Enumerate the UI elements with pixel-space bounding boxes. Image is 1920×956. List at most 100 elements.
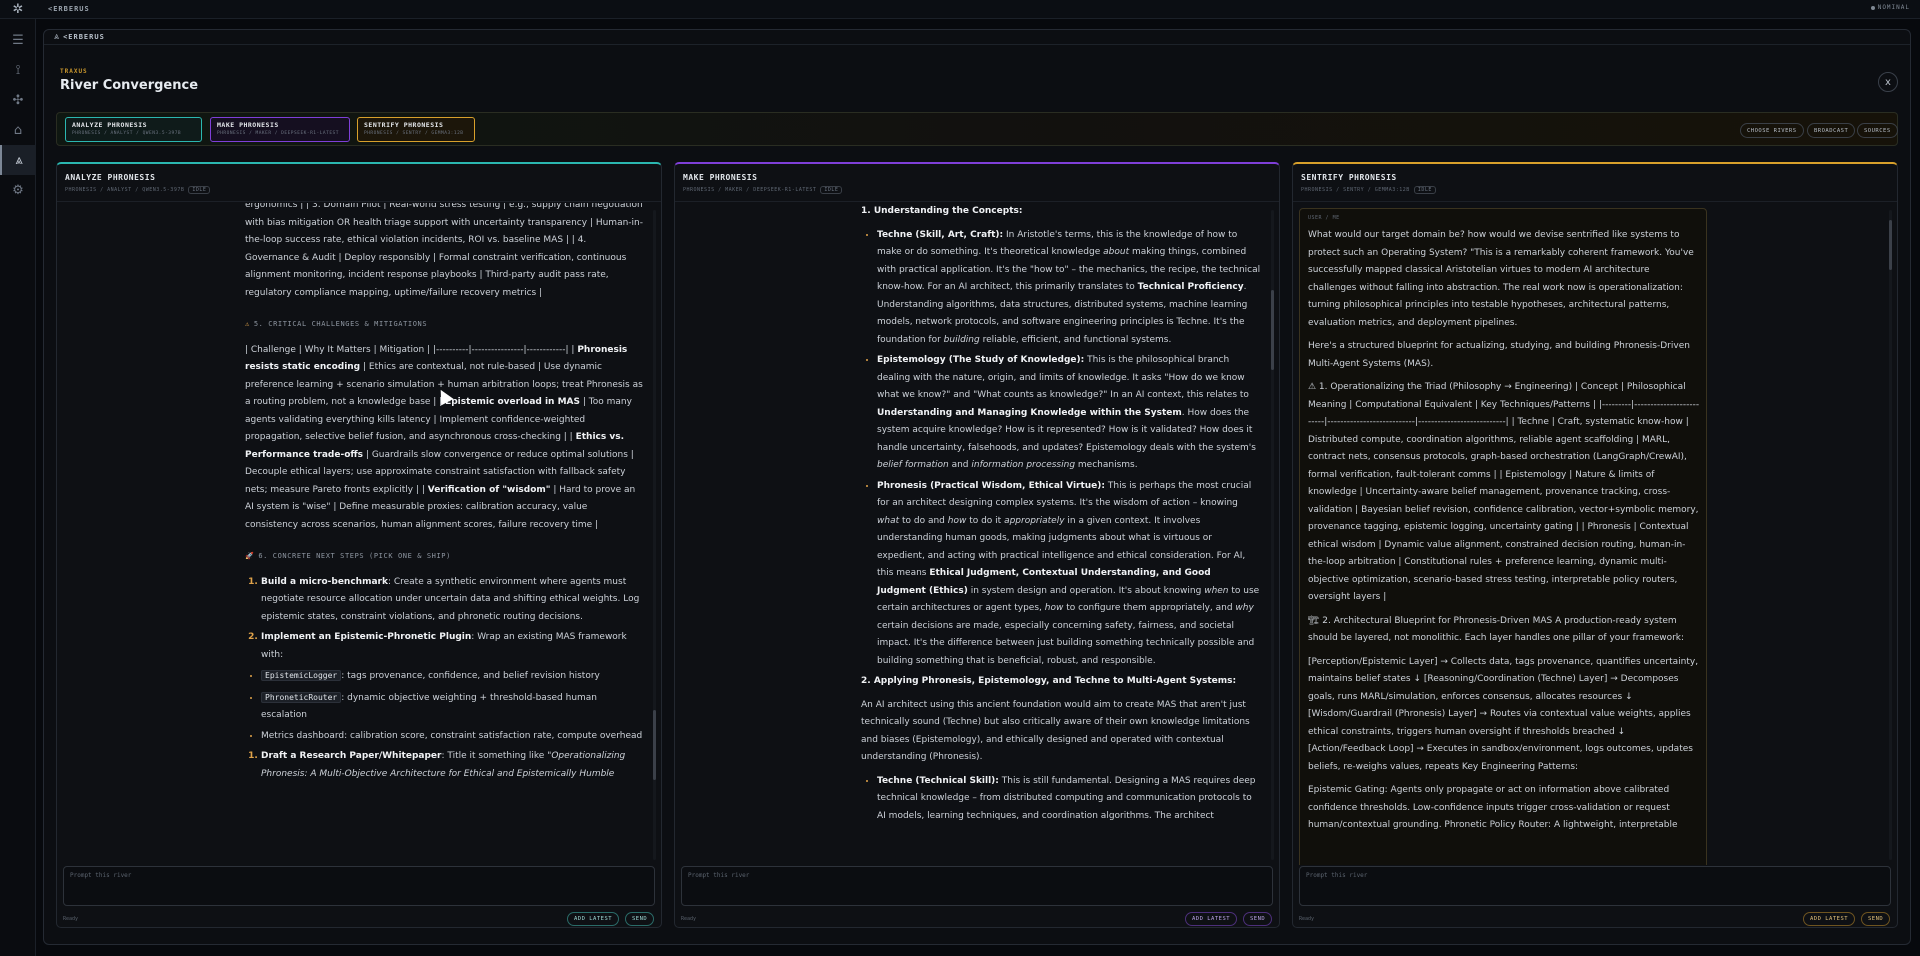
text-span: mechanisms. — [1075, 460, 1138, 470]
text-span: : tags provenance, confidence, and belie… — [341, 671, 600, 681]
ready-status: Ready — [1299, 916, 1315, 922]
steps-list: Build a micro-benchmark: Create a synthe… — [245, 574, 643, 665]
river-chip-make[interactable]: MAKE PHRONESIS PHRONESIS / MAKER / DEEPS… — [210, 117, 350, 142]
app-brand: <ERBERUS — [48, 5, 90, 13]
scrollbar[interactable] — [1889, 210, 1892, 860]
left-rail: ☰ ⟟ ✣ ⌂ ⩓ ⚙ — [0, 19, 36, 956]
chip-sub: PHRONESIS / MAKER / DEEPSEEK-R1-LATEST — [217, 131, 339, 136]
bold-span: 2. Applying Phronesis, Epistemology, and… — [861, 676, 1237, 686]
bold-span: Understanding and Managing Knowledge wit… — [877, 407, 1182, 418]
status-badge: IDLE — [820, 186, 843, 194]
heading: 1. Understanding the Concepts: — [861, 203, 1261, 221]
nodes-icon[interactable]: ✣ — [0, 85, 36, 115]
status-badge: IDLE — [188, 186, 211, 194]
broadcast-button[interactable]: BROADCAST — [1807, 123, 1856, 138]
message-paragraph: ergonomics | | 3. Domain Pilot | Real-wo… — [245, 203, 643, 298]
message-paragraph: | Challenge | Why It Matters | Mitigatio… — [245, 342, 643, 535]
italic-span: appropriately — [1004, 515, 1065, 526]
text-span: : Title it something like — [441, 751, 548, 761]
italic-span: what — [877, 515, 900, 526]
status-badge: IDLE — [1413, 186, 1436, 194]
add-latest-button[interactable]: ADD LATEST — [567, 912, 620, 926]
river-strip: ANALYZE PHRONESIS PHRONESIS / ANALYST / … — [56, 112, 1898, 146]
italic-span: building — [943, 334, 980, 345]
river-pane-analyze: ANALYZE PHRONESIS PHRONESIS / ANALYST / … — [56, 162, 662, 928]
system-status: NOMINAL — [1870, 4, 1910, 11]
river-chip-analyze[interactable]: ANALYZE PHRONESIS PHRONESIS / ANALYST / … — [65, 117, 202, 142]
scrollbar[interactable] — [653, 210, 656, 860]
pane-header: SENTRIFY PHRONESIS PHRONESIS / SENTRY / … — [1293, 164, 1897, 202]
add-latest-button[interactable]: ADD LATEST — [1185, 912, 1238, 926]
scrollbar-thumb[interactable] — [1271, 290, 1274, 370]
status-dot-icon — [1870, 5, 1875, 10]
pane-header: ANALYZE PHRONESIS PHRONESIS / ANALYST / … — [57, 164, 661, 202]
message-paragraph: An AI architect using this ancient found… — [861, 699, 1250, 763]
italic-span: information processing — [971, 460, 1076, 470]
app-logo-icon[interactable]: ✲ — [0, 0, 36, 19]
add-latest-button[interactable]: ADD LATEST — [1803, 912, 1856, 926]
text-span: and — [948, 460, 972, 470]
dashboard-icon[interactable]: ⌂ — [0, 115, 36, 145]
pane-transcript[interactable]: USER / ME What would our target domain b… — [1293, 203, 1897, 865]
message-paragraph: Here's a structured blueprint for actual… — [1308, 341, 1690, 369]
river-chip-sentrify[interactable]: SENTRIFY PHRONESIS PHRONESIS / SENTRY / … — [357, 117, 475, 142]
settings-icon[interactable]: ⚙ — [0, 175, 36, 205]
bold-span: Build a micro-benchmark — [261, 576, 388, 587]
river-icon[interactable]: ⩓ — [0, 145, 36, 175]
send-button[interactable]: SEND — [1243, 912, 1273, 926]
italic-span: why — [1235, 603, 1254, 613]
chip-name: ANALYZE PHRONESIS — [72, 121, 148, 129]
prompt-input[interactable]: Prompt this river — [63, 866, 655, 906]
scrollbar-thumb[interactable] — [1889, 220, 1892, 270]
text-span: certain decisions are made, especially c… — [877, 620, 1255, 666]
concepts-list: Techne (Skill, Art, Craft): In Aristotle… — [861, 227, 1261, 671]
list-item: Build a micro-benchmark: Create a synthe… — [261, 574, 643, 627]
river-pane-make: MAKE PHRONESIS PHRONESIS / MAKER / DEEPS… — [674, 162, 1280, 928]
send-button[interactable]: SEND — [1861, 912, 1891, 926]
pane-subtitle: PHRONESIS / ANALYST / QWEN3.5-397B IDLE — [65, 186, 653, 194]
list-item: Metrics dashboard: calibration score, co… — [261, 728, 643, 746]
user-message: What would our target domain be? how wou… — [1308, 227, 1700, 835]
section-heading-text: 5. CRITICAL CHALLENGES & MITIGATIONS — [253, 320, 428, 328]
bold-span: Techne (Technical Skill): — [877, 775, 999, 786]
text-span: reliable, efficient, and functional syst… — [979, 334, 1172, 345]
assistant-message: ergonomics | | 3. Domain Pilot | Real-wo… — [245, 203, 643, 786]
network-icon[interactable]: ⟟ — [0, 55, 36, 85]
pane-model: PHRONESIS / SENTRY / GEMMA3:12B — [1301, 187, 1410, 193]
list-item: Techne (Skill, Art, Craft): In Aristotle… — [877, 227, 1261, 350]
pane-subtitle: PHRONESIS / SENTRY / GEMMA3:12B IDLE — [1301, 186, 1889, 194]
pane-model: PHRONESIS / ANALYST / QWEN3.5-397B — [65, 187, 185, 193]
pane-title: SENTRIFY PHRONESIS — [1301, 173, 1397, 182]
status-text: NOMINAL — [1877, 4, 1910, 11]
pane-transcript[interactable]: ergonomics | | 3. Domain Pilot | Real-wo… — [57, 203, 661, 865]
sources-button[interactable]: SOURCES — [1857, 123, 1898, 138]
bullets-list: EpistemicLogger: tags provenance, confid… — [245, 667, 643, 745]
scrollbar[interactable] — [1271, 210, 1274, 860]
modal-logo-icon: ⩓ — [54, 32, 60, 42]
close-icon: x — [1885, 76, 1891, 88]
message-paragraph: ⚠ 1. Operationalizing the Triad (Philoso… — [1308, 382, 1700, 602]
italic-span: how — [947, 515, 967, 526]
modal-header: ⩓ <ERBERUS — [44, 30, 1910, 45]
send-button[interactable]: SEND — [625, 912, 655, 926]
text-span: to configure them appropriately, and — [1063, 603, 1236, 613]
pane-header: MAKE PHRONESIS PHRONESIS / MAKER / DEEPS… — [675, 164, 1279, 202]
code-span: EpistemicLogger — [261, 670, 342, 681]
chip-sub: PHRONESIS / SENTRY / GEMMA3:12B — [364, 131, 464, 136]
italic-span: how — [1044, 603, 1064, 613]
italic-span: when — [1204, 585, 1229, 596]
section-heading: ⚠ 5. CRITICAL CHALLENGES & MITIGATIONS — [245, 316, 643, 334]
choose-rivers-button[interactable]: CHOOSE RIVERS — [1740, 123, 1804, 138]
prompt-input[interactable]: Prompt this river — [681, 866, 1273, 906]
menu-icon[interactable]: ☰ — [0, 25, 36, 55]
pane-transcript[interactable]: 1. Understanding the Concepts: Techne (S… — [675, 203, 1279, 865]
text-span: Metrics dashboard: calibration score, co… — [261, 730, 643, 741]
code-span: PhroneticRouter — [261, 691, 342, 703]
close-button[interactable]: x — [1878, 72, 1898, 92]
text-span: to do and — [899, 515, 948, 526]
heading: 2. Applying Phronesis, Epistemology, and… — [861, 673, 1261, 691]
bold-span: Implement an Epistemic-Phronetic Plugin — [261, 632, 472, 642]
scrollbar-thumb[interactable] — [653, 710, 656, 780]
bold-span: Draft a Research Paper/Whitepaper — [261, 751, 442, 761]
prompt-input[interactable]: Prompt this river — [1299, 866, 1891, 906]
